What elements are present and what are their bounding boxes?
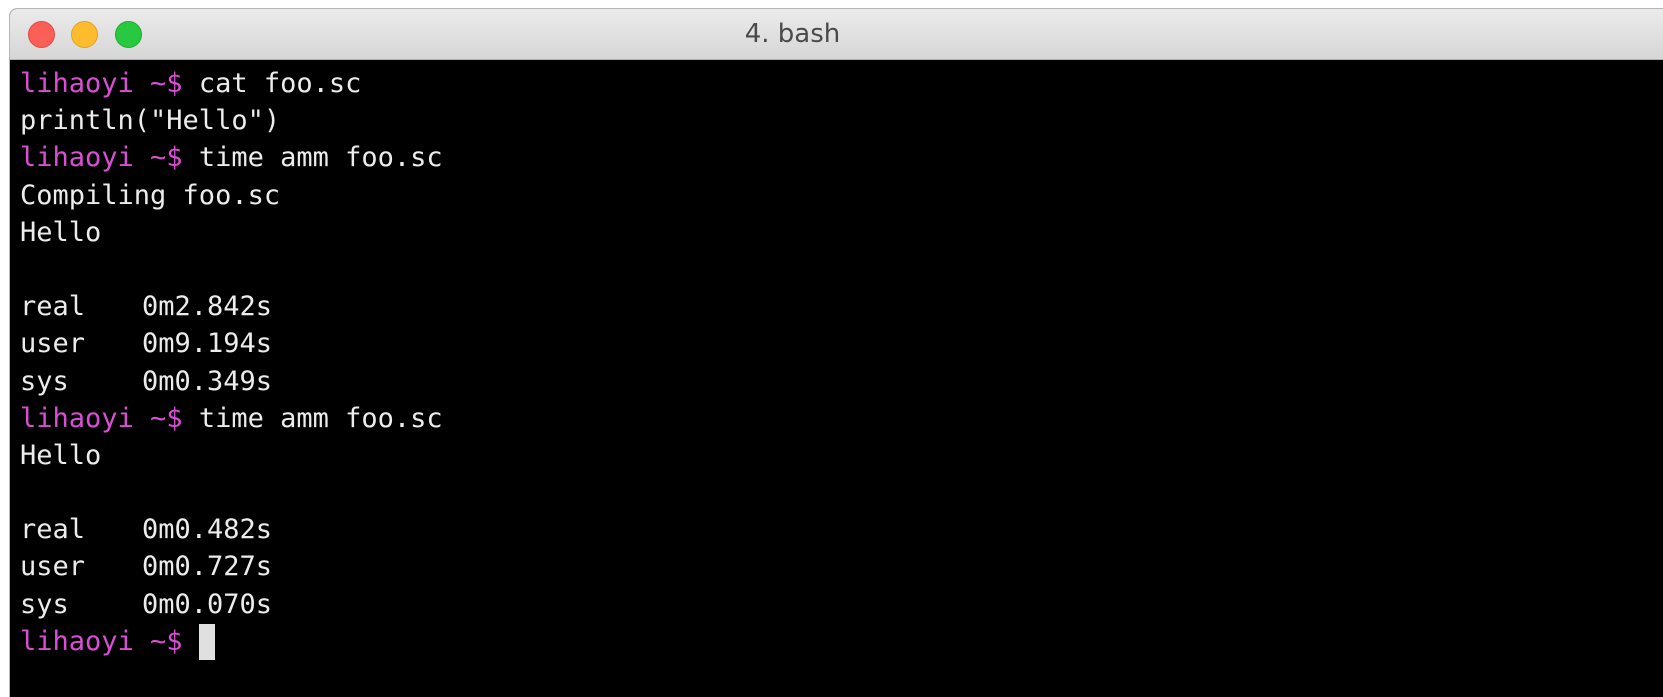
terminal-line: user 0m0.727s xyxy=(20,548,1663,585)
terminal-line: Hello xyxy=(20,214,1663,251)
terminal-window: 4. bash lihaoyi ~$ cat foo.sc println("He… xyxy=(9,8,1663,697)
timing-label: sys xyxy=(20,365,69,397)
shell-prompt: lihaoyi ~$ xyxy=(20,142,183,174)
terminal-line: sys 0m0.070s xyxy=(20,586,1663,623)
command-text: time amm foo.sc xyxy=(198,142,443,174)
command-text: time amm foo.sc xyxy=(198,402,443,434)
terminal-line: Compiling foo.sc xyxy=(20,177,1663,214)
output-text: Hello xyxy=(20,216,102,248)
terminal-line: sys 0m0.349s xyxy=(20,363,1663,400)
title-bar[interactable]: 4. bash xyxy=(10,9,1663,60)
terminal-line: Hello xyxy=(20,437,1663,474)
timing-value: 0m0.070s xyxy=(142,588,273,620)
terminal-line: println("Hello") xyxy=(20,102,1663,139)
terminal-line: lihaoyi ~$ time amm foo.sc xyxy=(20,139,1663,176)
output-text: Hello xyxy=(20,439,102,471)
output-text: Compiling foo.sc xyxy=(20,179,281,211)
shell-prompt: lihaoyi ~$ xyxy=(20,625,183,657)
timing-value: 0m9.194s xyxy=(142,328,273,360)
timing-value: 0m0.349s xyxy=(142,365,273,397)
terminal-line: user 0m9.194s xyxy=(20,325,1663,362)
terminal-output[interactable]: lihaoyi ~$ cat foo.sc println("Hello") lih… xyxy=(20,65,1663,697)
command-text: cat foo.sc xyxy=(198,68,362,99)
terminal-line: lihaoyi ~$ cat foo.sc xyxy=(20,65,1663,102)
shell-prompt: lihaoyi ~$ xyxy=(20,68,183,99)
timing-label: real xyxy=(20,291,86,323)
timing-label: sys xyxy=(20,588,69,620)
output-text: println("Hello") xyxy=(20,105,281,137)
timing-value: 0m0.482s xyxy=(142,514,273,546)
terminal-line: real 0m2.842s xyxy=(20,288,1663,325)
timing-value: 0m2.842s xyxy=(142,291,273,323)
timing-value: 0m0.727s xyxy=(142,551,273,583)
timing-label: real xyxy=(20,514,86,546)
shell-prompt: lihaoyi ~$ xyxy=(20,402,183,434)
window-title: 4. bash xyxy=(744,19,841,49)
terminal-line: lihaoyi ~$ time amm foo.sc xyxy=(20,400,1663,437)
text-cursor xyxy=(198,623,215,660)
timing-label: user xyxy=(20,328,86,360)
terminal-line: lihaoyi ~$ xyxy=(20,623,1663,660)
terminal-line: real 0m0.482s xyxy=(20,511,1663,548)
timing-label: user xyxy=(20,551,86,583)
